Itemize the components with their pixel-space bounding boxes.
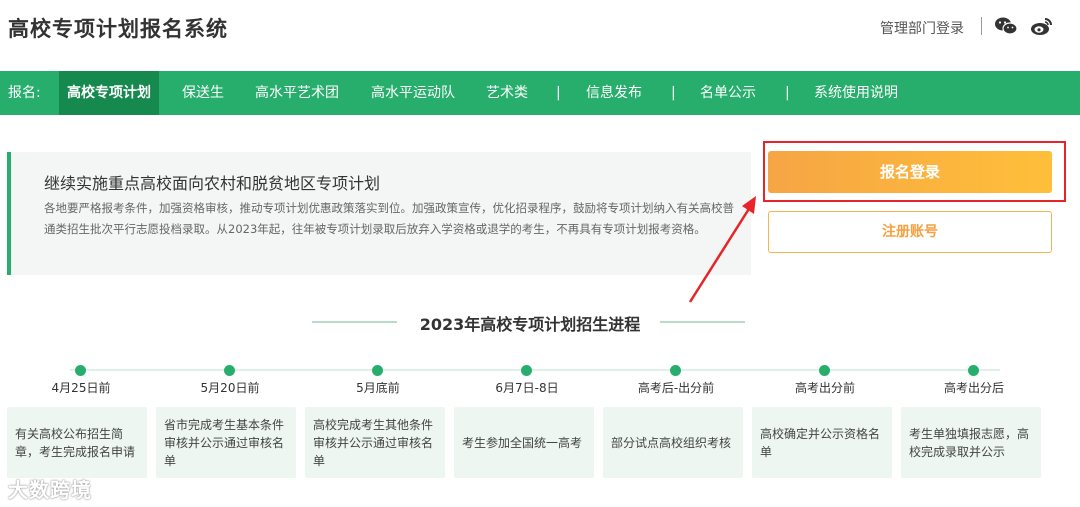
nav-item-recommended[interactable]: 保送生: [182, 71, 224, 115]
nav-item-publicity[interactable]: 名单公示: [700, 71, 756, 115]
admin-login-link[interactable]: 管理部门登录: [880, 18, 964, 38]
step-card: 省市完成考生基本条件审核并公示通过审核名单: [156, 407, 296, 478]
timeline-dot: [521, 365, 532, 376]
weibo-icon[interactable]: [1030, 16, 1054, 36]
step-date: 6月7日-8日: [495, 381, 559, 395]
step-date: 高考出分后: [943, 381, 1004, 395]
step-card: 考生参加全国统一高考: [454, 407, 594, 478]
nav-item-announcements[interactable]: 信息发布: [586, 71, 642, 115]
step-date: 5月20日前: [200, 381, 260, 395]
step-card: 部分试点高校组织考核: [603, 407, 743, 478]
timeline-dot: [75, 365, 86, 376]
timeline-dot: [224, 365, 235, 376]
wechat-icon[interactable]: [994, 17, 1018, 35]
nav-item-art-troupe[interactable]: 高水平艺术团: [255, 71, 339, 115]
intro-text: 各地要严格报考条件，加强资格审核，推动专项计划优惠政策落实到位。加强政策宣传，优…: [44, 201, 734, 236]
pointer-arrow-icon: [688, 196, 756, 303]
step-date: 高考出分前: [794, 381, 855, 395]
nav-item-arts[interactable]: 艺术类: [486, 71, 528, 115]
site-title: 高校专项计划报名系统: [8, 17, 228, 41]
watermark: 大数跨境: [8, 478, 92, 502]
step-date: 高考后-出分前: [637, 381, 715, 395]
step-date: 5月底前: [356, 381, 400, 395]
step-card: 高校确定并公示资格名单: [752, 407, 892, 478]
step-card: 高校完成考生其他条件审核并公示通过审核名单: [305, 407, 445, 478]
progress-title: 2023年高校专项计划招生进程: [419, 315, 641, 334]
nav-prefix-label: 报名:: [8, 85, 41, 101]
nav-item-special-plan[interactable]: 高校专项计划: [59, 71, 159, 115]
step-date: 4月25日前: [51, 381, 111, 395]
intro-title: 继续实施重点高校面向农村和脱贫地区专项计划: [44, 174, 381, 193]
nav-item-sports-team[interactable]: 高水平运动队: [371, 71, 455, 115]
signup-login-button[interactable]: 报名登录: [768, 151, 1052, 193]
header-divider: [981, 17, 982, 35]
register-account-button[interactable]: 注册账号: [768, 211, 1052, 253]
timeline-line: [70, 369, 1000, 371]
timeline-dot: [372, 365, 383, 376]
timeline-dot: [819, 365, 830, 376]
timeline-dot: [968, 365, 979, 376]
intro-card: 继续实施重点高校面向农村和脱贫地区专项计划 各地要严格报考条件，加强资格审核，推…: [7, 152, 751, 275]
nav-separator: |: [671, 85, 676, 101]
nav-separator: |: [785, 85, 790, 101]
nav-separator: |: [556, 85, 561, 101]
timeline-dot: [670, 365, 681, 376]
main-nav: 报名: 高校专项计划 保送生 高水平艺术团 高水平运动队 艺术类 | 信息发布 …: [0, 71, 1080, 115]
step-card: 考生单独填报志愿，高校完成录取并公示: [901, 407, 1041, 478]
step-card: 有关高校公布招生简章，考生完成报名申请: [7, 407, 147, 478]
nav-item-user-guide[interactable]: 系统使用说明: [814, 71, 898, 115]
